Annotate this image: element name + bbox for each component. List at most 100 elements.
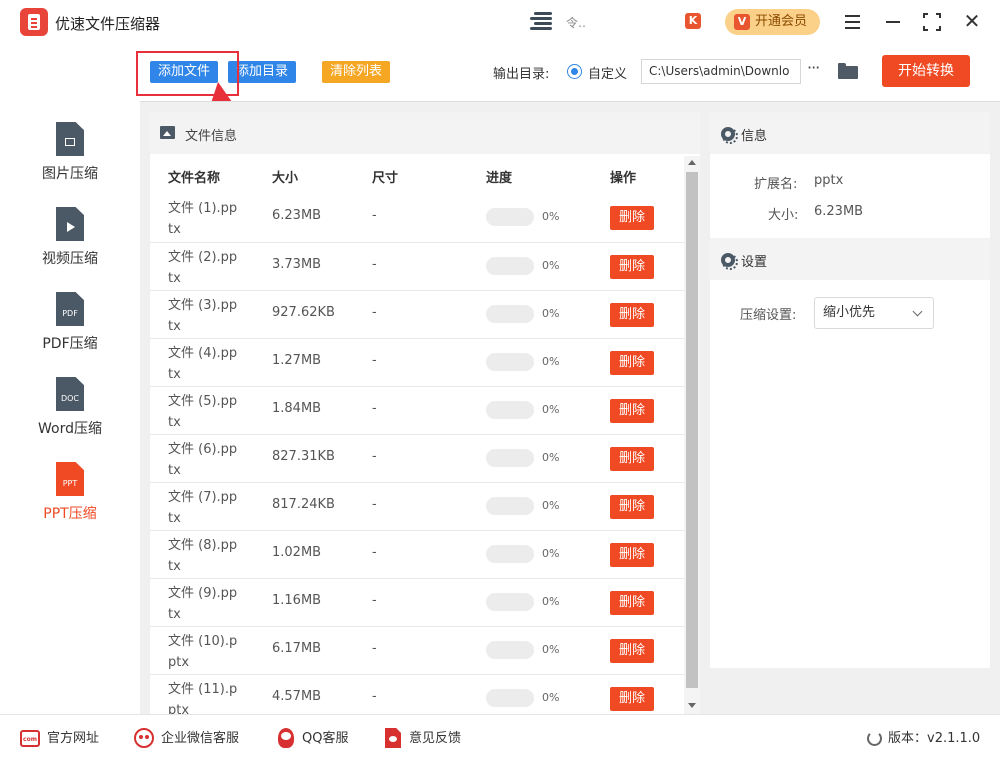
progress-bar bbox=[486, 449, 534, 467]
minimize-icon[interactable] bbox=[882, 10, 906, 34]
scroll-thumb[interactable] bbox=[686, 172, 698, 688]
progress-bar bbox=[486, 257, 534, 275]
file-name: 文件 (7).pptx bbox=[168, 490, 238, 526]
menu-icon[interactable] bbox=[841, 10, 865, 34]
feedback-icon bbox=[385, 728, 401, 748]
file-size: 1.02MB bbox=[272, 545, 322, 560]
app-title: 优速文件压缩器 bbox=[55, 15, 161, 33]
close-icon[interactable]: ✕ bbox=[960, 10, 984, 34]
progress-text: 0% bbox=[542, 499, 560, 512]
table-row[interactable]: 文件 (2).pptx 3.73MB - 0% 删除 bbox=[150, 242, 684, 290]
file-dimension: - bbox=[372, 689, 377, 704]
scrollbar[interactable] bbox=[684, 156, 700, 714]
file-panel-title: 文件信息 bbox=[185, 129, 238, 144]
column-header-name: 文件名称 bbox=[168, 171, 221, 186]
file-name: 文件 (6).pptx bbox=[168, 442, 238, 478]
clear-list-button[interactable]: 清除列表 bbox=[322, 61, 391, 83]
vip-button[interactable]: V 开通会员 bbox=[725, 9, 820, 35]
table-row[interactable]: 文件 (10).pptx 6.17MB - 0% 删除 bbox=[150, 626, 684, 674]
file-name: 文件 (10).pptx bbox=[168, 634, 238, 670]
progress-bar bbox=[486, 545, 534, 563]
table-row[interactable]: 文件 (4).pptx 1.27MB - 0% 删除 bbox=[150, 338, 684, 386]
custom-radio[interactable] bbox=[567, 64, 582, 79]
file-dimension: - bbox=[372, 497, 377, 512]
delete-button[interactable]: 删除 bbox=[610, 447, 654, 471]
delete-button[interactable]: 删除 bbox=[610, 303, 654, 327]
delete-button[interactable]: 删除 bbox=[610, 639, 654, 663]
more-options-button[interactable]: ··· bbox=[807, 58, 820, 77]
k-badge-icon[interactable]: K bbox=[685, 13, 701, 29]
sidebar: 图片压缩 视频压缩 PDF PDF压缩 DOC Word压缩 PPT PPT压缩 bbox=[0, 102, 140, 714]
delete-button[interactable]: 删除 bbox=[610, 495, 654, 519]
file-size: 4.57MB bbox=[272, 689, 322, 704]
scroll-up-icon[interactable] bbox=[688, 160, 696, 165]
table-row[interactable]: 文件 (8).pptx 1.02MB - 0% 删除 bbox=[150, 530, 684, 578]
sidebar-item-video[interactable]: 视频压缩 bbox=[0, 207, 140, 292]
file-dimension: - bbox=[372, 449, 377, 464]
info-panel-title: 信息 bbox=[741, 129, 768, 144]
word-doc-icon: DOC bbox=[56, 377, 84, 411]
qq-service-link[interactable]: QQ客服 bbox=[302, 729, 348, 749]
progress-text: 0% bbox=[542, 259, 560, 272]
table-row[interactable]: 文件 (11).pptx 4.57MB - 0% 删除 bbox=[150, 674, 684, 714]
delete-button[interactable]: 删除 bbox=[610, 255, 654, 279]
table-row[interactable]: 文件 (6).pptx 827.31KB - 0% 删除 bbox=[150, 434, 684, 482]
pdf-doc-icon: PDF bbox=[56, 292, 84, 326]
version-label: 版本：v2.1.1.0 bbox=[888, 731, 981, 746]
ppt-doc-icon: PPT bbox=[56, 462, 84, 496]
maximize-icon[interactable] bbox=[920, 10, 944, 34]
scroll-down-icon[interactable] bbox=[688, 703, 696, 708]
table-row[interactable]: 文件 (3).pptx 927.62KB - 0% 删除 bbox=[150, 290, 684, 338]
file-dimension: - bbox=[372, 208, 377, 223]
file-dimension: - bbox=[372, 545, 377, 560]
feedback-link[interactable]: 意见反馈 bbox=[409, 729, 461, 749]
table-row[interactable]: 文件 (1).pptx 6.23MB - 0% 删除 bbox=[150, 194, 684, 242]
output-path-input[interactable]: C:\Users\admin\Downlo bbox=[641, 59, 801, 84]
delete-button[interactable]: 删除 bbox=[610, 543, 654, 567]
wechat-service-link[interactable]: 企业微信客服 bbox=[161, 729, 239, 749]
output-dir-label: 输出目录: bbox=[493, 67, 550, 82]
column-header-progress: 进度 bbox=[486, 171, 513, 186]
file-dimension: - bbox=[372, 593, 377, 608]
delete-button[interactable]: 删除 bbox=[610, 206, 654, 230]
progress-text: 0% bbox=[542, 355, 560, 368]
table-row[interactable]: 文件 (9).pptx 1.16MB - 0% 删除 bbox=[150, 578, 684, 626]
sidebar-item-image[interactable]: 图片压缩 bbox=[0, 122, 140, 207]
delete-button[interactable]: 删除 bbox=[610, 687, 654, 711]
file-size: 827.31KB bbox=[272, 449, 335, 464]
progress-text: 0% bbox=[542, 210, 560, 223]
progress-text: 0% bbox=[542, 451, 560, 464]
settings-gear-icon bbox=[721, 253, 738, 270]
progress-text: 0% bbox=[542, 643, 560, 656]
sidebar-item-ppt[interactable]: PPT PPT压缩 bbox=[0, 462, 140, 547]
file-size: 3.73MB bbox=[272, 257, 322, 272]
progress-bar bbox=[486, 353, 534, 371]
file-dimension: - bbox=[372, 305, 377, 320]
file-dimension: - bbox=[372, 641, 377, 656]
table-row[interactable]: 文件 (7).pptx 817.24KB - 0% 删除 bbox=[150, 482, 684, 530]
file-size: 1.27MB bbox=[272, 353, 322, 368]
progress-text: 0% bbox=[542, 595, 560, 608]
website-link[interactable]: 官方网址 bbox=[47, 729, 99, 749]
refresh-icon[interactable] bbox=[867, 731, 882, 746]
delete-button[interactable]: 删除 bbox=[610, 399, 654, 423]
custom-radio-label[interactable]: 自定义 bbox=[588, 63, 627, 82]
delete-button[interactable]: 删除 bbox=[610, 591, 654, 615]
app-logo-icon bbox=[20, 8, 48, 36]
size-value: 6.23MB bbox=[814, 204, 864, 219]
delete-button[interactable]: 删除 bbox=[610, 351, 654, 375]
table-row[interactable]: 文件 (5).pptx 1.84MB - 0% 删除 bbox=[150, 386, 684, 434]
user-logo-icon bbox=[530, 12, 556, 32]
folder-icon[interactable] bbox=[838, 63, 858, 79]
compress-setting-select[interactable]: 缩小优先 bbox=[814, 297, 934, 329]
user-name[interactable]: 令‥ bbox=[566, 14, 586, 31]
start-convert-button[interactable]: 开始转换 bbox=[882, 55, 970, 87]
column-header-action: 操作 bbox=[610, 171, 637, 186]
file-name: 文件 (3).pptx bbox=[168, 298, 238, 334]
sidebar-item-word[interactable]: DOC Word压缩 bbox=[0, 377, 140, 462]
sidebar-item-label: PDF压缩 bbox=[42, 336, 98, 352]
progress-text: 0% bbox=[542, 403, 560, 416]
file-dimension: - bbox=[372, 257, 377, 272]
sidebar-item-pdf[interactable]: PDF PDF压缩 bbox=[0, 292, 140, 377]
video-doc-icon bbox=[56, 207, 84, 241]
